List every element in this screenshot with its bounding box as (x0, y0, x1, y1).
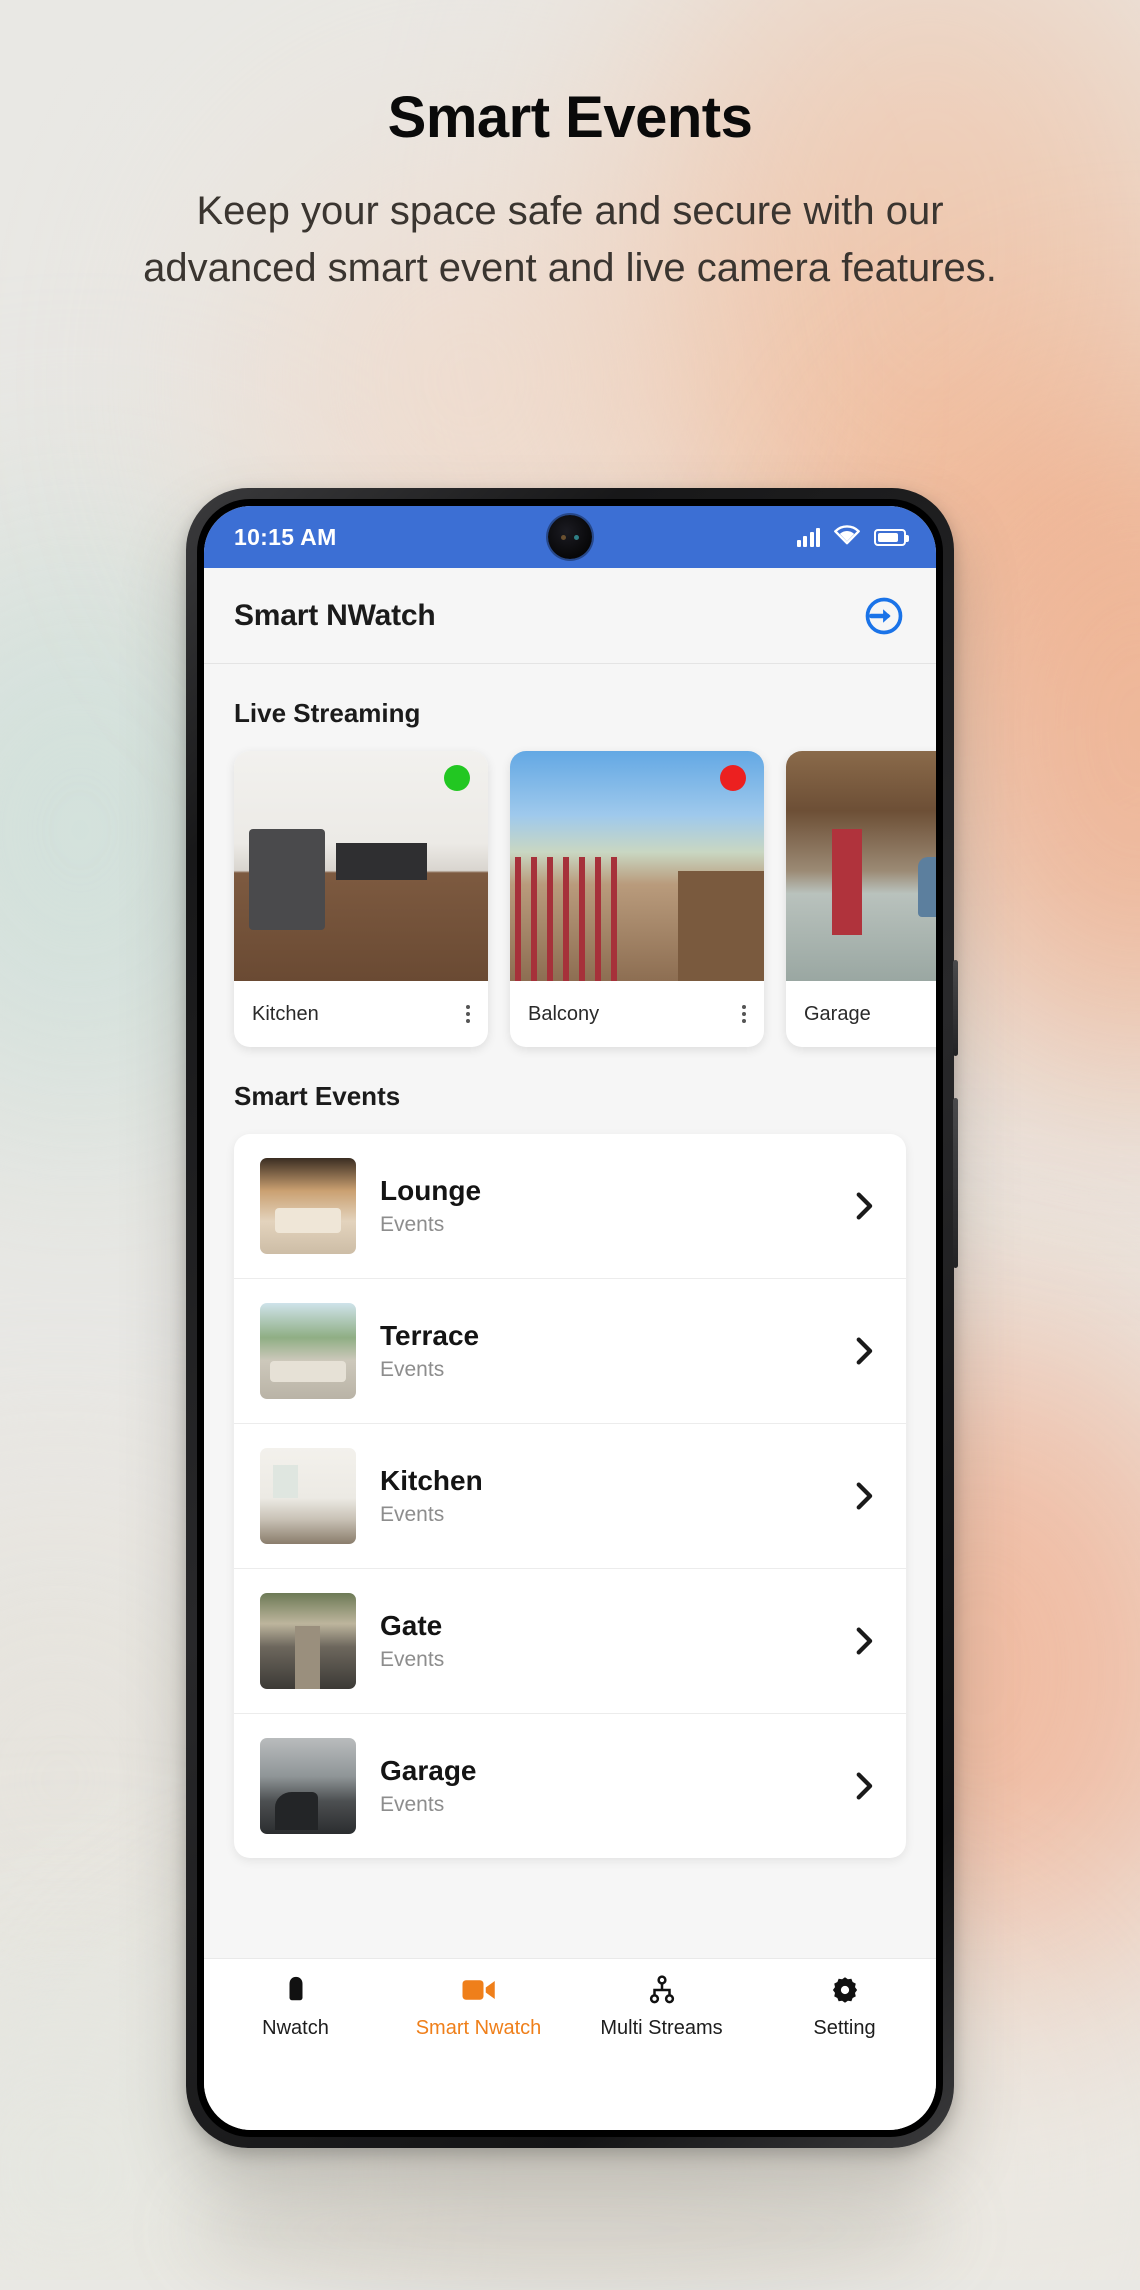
nav-item-nwatch[interactable]: Nwatch (204, 1973, 387, 2040)
phone-screen: 10:15 AM Smart NWatch Live Streaming Kit… (204, 506, 936, 2130)
phone-volume-button (953, 960, 958, 1056)
app-content: Live Streaming Kitchen Balcony Garage Sm… (204, 664, 936, 1958)
event-thumbnail (260, 1738, 356, 1834)
home-indicator-area (204, 2076, 936, 2130)
event-title: Lounge (380, 1175, 482, 1206)
chevron-right-icon[interactable] (846, 1189, 880, 1223)
status-time: 10:15 AM (234, 523, 337, 550)
event-thumbnail (260, 1158, 356, 1254)
live-card-label: Kitchen (252, 1002, 319, 1025)
event-thumbnail (260, 1593, 356, 1689)
event-subtitle: Events (380, 1503, 445, 1526)
app-title: Smart NWatch (234, 598, 436, 632)
nav-item-setting[interactable]: Setting (753, 1973, 936, 2040)
live-thumbnail (510, 751, 764, 981)
chevron-right-icon[interactable] (846, 1334, 880, 1368)
event-title: Garage (380, 1755, 477, 1786)
chevron-right-icon[interactable] (846, 1624, 880, 1658)
live-streaming-heading: Live Streaming (234, 698, 421, 728)
smart-events-list: Lounge Events Terrace Events Kitchen Eve… (234, 1134, 906, 1858)
login-icon[interactable] (862, 594, 906, 638)
nav-label: Smart Nwatch (415, 2017, 542, 2039)
event-title: Kitchen (380, 1465, 483, 1496)
promo-header: Smart Events Keep your space safe and se… (0, 85, 1140, 296)
chevron-right-icon[interactable] (846, 1769, 880, 1803)
phone-power-button (953, 1098, 958, 1268)
multi-stream-nodes-icon (647, 1973, 677, 2007)
nav-item-multi-streams[interactable]: Multi Streams (570, 1973, 753, 2040)
battery-icon (874, 528, 909, 546)
signal-icon (796, 527, 820, 547)
page-subtitle: Keep your space safe and secure with our… (143, 188, 997, 290)
app-bar: Smart NWatch (204, 568, 936, 664)
live-streaming-carousel[interactable]: Kitchen Balcony Garage (204, 751, 936, 1047)
event-subtitle: Events (380, 1358, 445, 1381)
kebab-menu-icon[interactable] (742, 1005, 746, 1023)
phone-drop-shadow (190, 2170, 950, 2290)
event-subtitle: Events (380, 1648, 445, 1671)
list-item[interactable]: Gate Events (234, 1569, 906, 1714)
front-camera-icon (548, 515, 592, 559)
live-card-label: Garage (804, 1002, 871, 1025)
status-dot-online (444, 765, 470, 791)
event-thumbnail (260, 1448, 356, 1544)
live-card[interactable]: Garage (786, 751, 936, 1047)
event-title: Gate (380, 1610, 443, 1641)
live-card[interactable]: Balcony (510, 751, 764, 1047)
status-bar: 10:15 AM (204, 506, 936, 568)
event-subtitle: Events (380, 1213, 445, 1236)
list-item[interactable]: Kitchen Events (234, 1424, 906, 1569)
page-title: Smart Events (387, 85, 753, 150)
event-title: Terrace (380, 1320, 480, 1351)
chevron-right-icon[interactable] (846, 1479, 880, 1513)
live-card[interactable]: Kitchen (234, 751, 488, 1047)
event-thumbnail (260, 1303, 356, 1399)
status-icons (796, 524, 909, 550)
phone-bezel: 10:15 AM Smart NWatch Live Streaming Kit… (197, 499, 943, 2137)
live-thumbnail (234, 751, 488, 981)
bottom-navigation: Nwatch Smart Nwatch Multi Streams Settin… (204, 1958, 936, 2076)
gear-icon (830, 1973, 860, 2007)
list-item[interactable]: Terrace Events (234, 1279, 906, 1424)
list-item[interactable]: Garage Events (234, 1714, 906, 1858)
nav-label: Multi Streams (600, 2017, 723, 2039)
video-camera-icon (461, 1973, 497, 2007)
kebab-menu-icon[interactable] (466, 1005, 470, 1023)
phone-mockup: 10:15 AM Smart NWatch Live Streaming Kit… (186, 488, 958, 2148)
nav-label: Setting (813, 2017, 876, 2039)
live-thumbnail (786, 751, 936, 981)
status-dot-recording (720, 765, 746, 791)
nav-label: Nwatch (262, 2017, 329, 2039)
wifi-icon (834, 524, 860, 550)
shield-home-icon (281, 1973, 311, 2007)
event-subtitle: Events (380, 1793, 445, 1816)
nav-item-smart-nwatch[interactable]: Smart Nwatch (387, 1973, 570, 2040)
list-item[interactable]: Lounge Events (234, 1134, 906, 1279)
smart-events-heading: Smart Events (234, 1081, 401, 1111)
live-card-label: Balcony (528, 1002, 600, 1025)
